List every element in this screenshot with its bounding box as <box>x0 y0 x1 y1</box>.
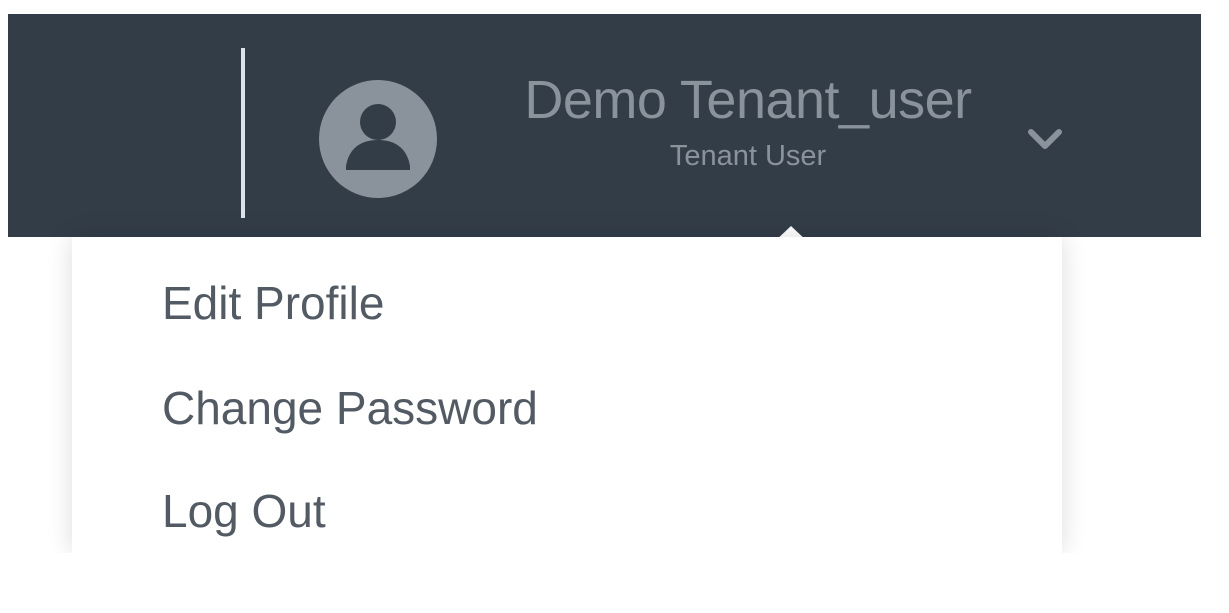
user-info[interactable]: Demo Tenant_user Tenant User <box>488 70 1008 174</box>
user-name[interactable]: Demo Tenant_user <box>488 70 1008 130</box>
header-divider <box>241 48 245 218</box>
user-avatar-icon[interactable] <box>319 80 437 198</box>
user-dropdown-menu: Edit Profile Change Password Log Out <box>80 237 1054 553</box>
app-screen: Demo Tenant_user Tenant User Edit Profil… <box>0 0 1229 613</box>
header-bar: Demo Tenant_user Tenant User <box>8 14 1201 243</box>
log-out-menu-item[interactable]: Log Out <box>162 485 326 537</box>
user-role: Tenant User <box>669 140 827 172</box>
change-password-menu-item[interactable]: Change Password <box>162 382 538 434</box>
chevron-down-icon[interactable] <box>1025 126 1065 154</box>
edit-profile-menu-item[interactable]: Edit Profile <box>162 277 384 329</box>
page-background-bottom <box>0 553 1229 613</box>
